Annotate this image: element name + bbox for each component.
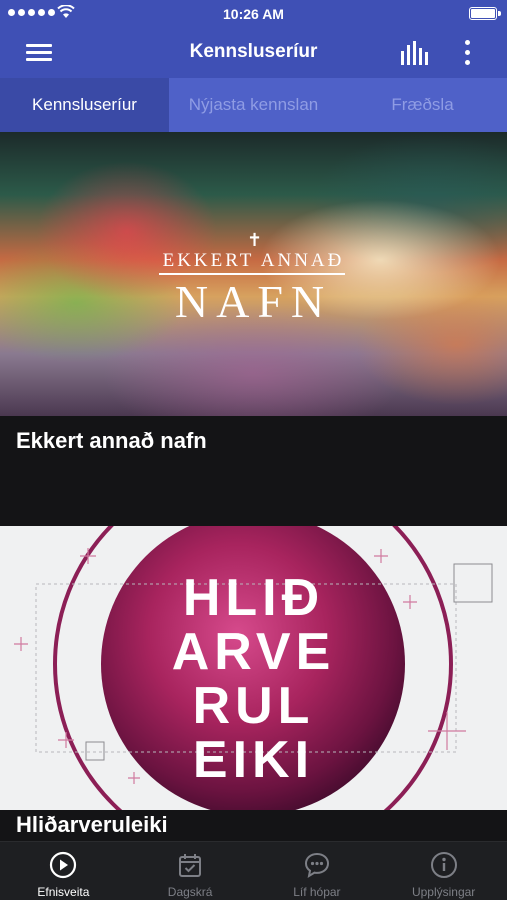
nav-label: Upplýsingar [411, 885, 476, 899]
artwork-title-top: EKKERT ANNAÐ [162, 250, 345, 271]
status-bar: 10:26 AM [0, 0, 507, 28]
status-time: 10:26 AM [223, 6, 284, 22]
calendar-check-icon [179, 854, 202, 877]
info-circle-icon [430, 852, 457, 878]
more-vertical-icon[interactable] [456, 38, 480, 68]
bottom-nav: Efnisveita Dagskrá Líf hópar Upplýsingar [0, 841, 507, 900]
nav-lif-hopar[interactable]: Líf hópar [254, 842, 381, 900]
cross-icon: ✝ [247, 230, 263, 251]
tab-kennsluseriur[interactable]: Kennsluseríur [0, 78, 169, 132]
tab-fraedsla[interactable]: Fræðsla [338, 78, 507, 132]
tab-nyjasta-kennslan[interactable]: Nýjasta kennslan [169, 78, 338, 132]
nav-dagskra[interactable]: Dagskrá [127, 842, 254, 900]
nav-efnisveita[interactable]: Efnisveita [0, 842, 127, 900]
artwork-title-bottom: NAFN [174, 276, 333, 327]
nav-label: Efnisveita [37, 885, 90, 899]
artwork-title: HLIÐ ARVE RUL EIKI [171, 569, 336, 789]
series-card[interactable]: ✝ EKKERT ANNAÐ NAFN Ekkert annað nafn [0, 132, 507, 526]
app-bar: Kennsluseríur [0, 28, 507, 78]
chat-bubble-icon [304, 852, 329, 879]
tab-bar: Kennsluseríur Nýjasta kennslan Fræðsla [0, 78, 507, 132]
nav-label: Dagskrá [167, 885, 213, 899]
series-list: ✝ EKKERT ANNAÐ NAFN Ekkert annað nafn HL… [0, 132, 507, 841]
series-title: Ekkert annað nafn [16, 428, 207, 453]
series-artwork: HLIÐ ARVE RUL EIKI [0, 526, 507, 810]
series-artwork: ✝ EKKERT ANNAÐ NAFN [0, 132, 507, 416]
nav-upplysingar[interactable]: Upplýsingar [380, 842, 507, 900]
play-circle-icon [50, 851, 77, 879]
nav-label: Líf hópar [293, 885, 341, 899]
audio-bars-icon[interactable] [397, 39, 433, 67]
series-title: Hliðarveruleiki [16, 812, 168, 837]
series-card[interactable]: HLIÐ ARVE RUL EIKI Hliðarveruleiki [0, 526, 507, 841]
hamburger-menu-icon[interactable] [22, 40, 56, 66]
battery-icon [469, 7, 501, 20]
